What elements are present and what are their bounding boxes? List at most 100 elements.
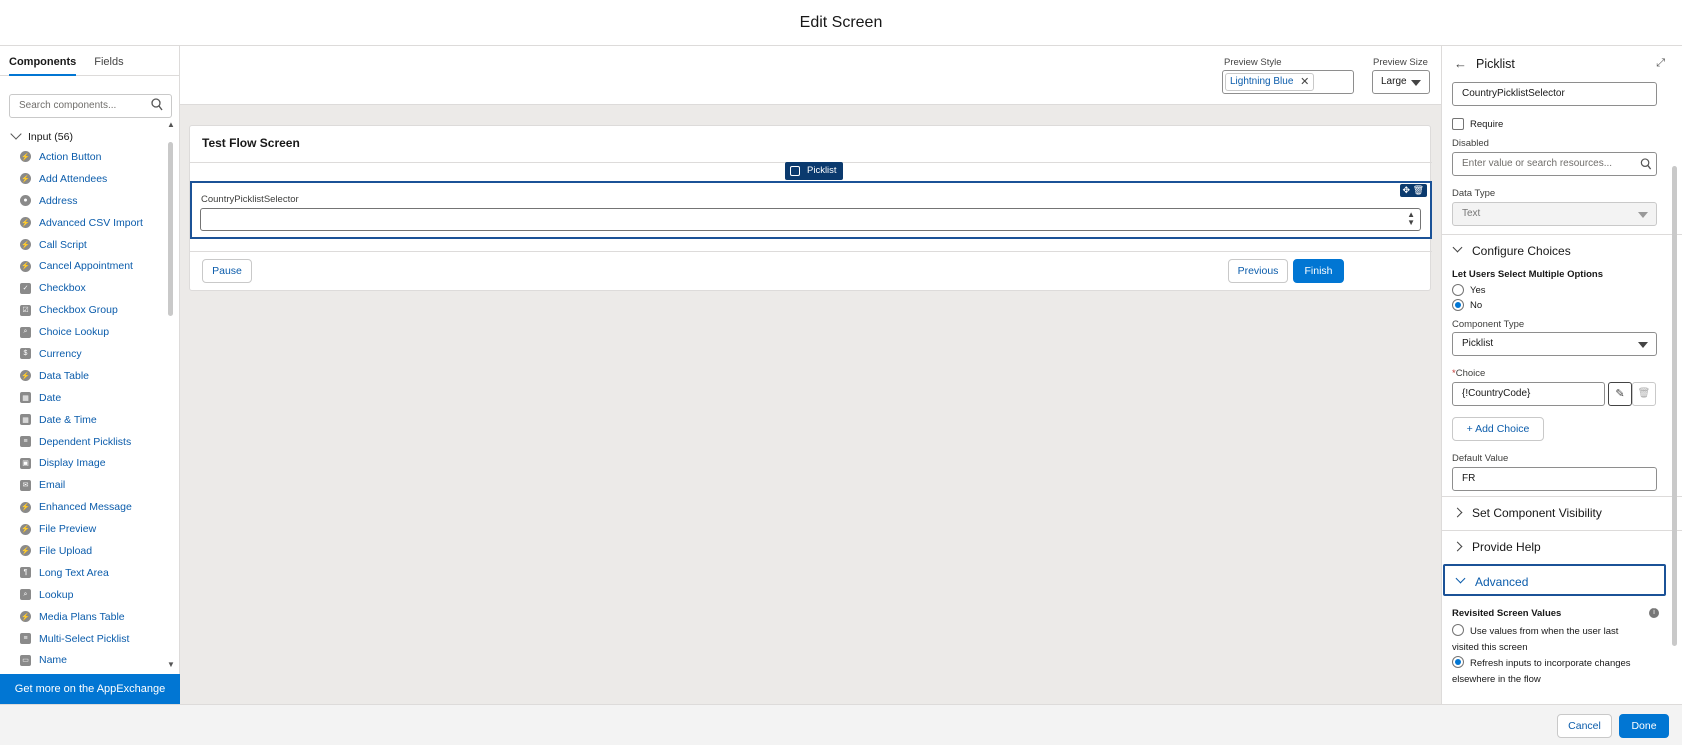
edit-pencil-icon[interactable]: ✎ [1608,382,1632,406]
component-item[interactable]: ¶ Long Text Area [20,562,160,584]
info-icon[interactable]: i [1649,608,1659,618]
pause-button[interactable]: Pause [202,259,252,283]
screen-title: Test Flow Screen [202,136,300,150]
component-item[interactable]: ⚡ Call Script [20,234,160,256]
picklist-preview-field[interactable]: ▲ ▼ [200,208,1421,231]
trash-icon[interactable]: 🗑 [1413,185,1424,195]
advanced-title: Advanced [1475,575,1529,589]
component-item[interactable]: ⚡ File Upload [20,540,160,562]
scroll-up-icon[interactable]: ▲ [167,120,175,129]
chevron-down-icon [1452,242,1463,253]
multi-select-yes-radio[interactable] [1452,284,1464,296]
search-components-input[interactable]: Search components... [9,94,172,118]
bolt-icon: ⚡ [20,545,31,557]
input-group-label: Input (56) [28,131,73,143]
scrollbar-thumb[interactable] [168,142,173,316]
api-name-input[interactable]: CountryPicklistSelector [1452,82,1657,106]
component-item[interactable]: ✉ Email [20,474,160,496]
modal-header: Edit Screen [0,0,1682,46]
badge-label: Picklist [807,165,837,176]
component-item[interactable]: ≡ Dependent Picklists [20,431,160,453]
scrollbar-thumb[interactable] [1672,166,1677,646]
component-item[interactable]: ⌕ Choice Lookup [20,321,160,343]
components-panel: Components Fields Search components... I… [0,46,180,704]
expand-icon[interactable]: ⤢ [1656,57,1665,70]
bolt-icon: ⚡ [20,611,31,623]
component-item[interactable]: ⚡ Enhanced Message [20,496,160,518]
component-item[interactable]: ≡ Multi-Select Picklist [20,628,160,650]
scroll-down-icon[interactable]: ▼ [167,660,175,669]
preview-size-select[interactable]: Large [1372,70,1430,94]
bolt-icon: ⚡ [20,217,31,229]
text-area-icon: ¶ [20,567,31,579]
back-arrow-icon[interactable]: ← [1454,56,1467,71]
add-choice-label: Add Choice [1475,423,1530,435]
move-icon[interactable]: ✥ [1403,185,1411,195]
close-icon[interactable]: ✕ [1300,74,1309,90]
component-item[interactable]: ☑ Checkbox Group [20,299,160,321]
component-item[interactable]: ● Address [20,190,160,212]
add-choice-button[interactable]: + Add Choice [1452,417,1544,441]
done-button[interactable]: Done [1619,714,1669,738]
provide-help-section[interactable]: Provide Help [1442,530,1682,562]
component-item[interactable]: ▦ Date & Time [20,409,160,431]
data-type-select: Text [1452,202,1657,226]
component-item[interactable]: ⚡ Data Table [20,365,160,387]
component-item[interactable]: ⚡ Action Button [20,146,160,168]
search-icon [151,98,163,111]
default-value-input[interactable]: FR [1452,467,1657,491]
configure-choices-section[interactable]: Configure Choices [1442,234,1682,266]
bolt-icon: ⚡ [20,239,31,250]
component-item-label: Lookup [39,588,74,601]
component-item-label: File Upload [39,544,93,557]
preview-style-value: Lightning Blue [1230,76,1294,87]
component-item[interactable]: ⚡ File Preview [20,518,160,540]
bolt-icon: ⚡ [20,370,31,382]
data-type-value: Text [1462,208,1481,219]
preview-style-pill[interactable]: Lightning Blue ✕ [1225,73,1315,91]
component-item[interactable]: ⌕ Lookup [20,584,160,606]
finish-button[interactable]: Finish [1293,259,1344,283]
component-item[interactable]: ⚡ Add Attendees [20,168,160,190]
component-item[interactable]: ▭ Name [20,649,160,671]
choice-input[interactable]: {!CountryCode} [1452,382,1605,406]
bolt-icon: ⚡ [20,173,31,185]
delete-icon[interactable]: 🗑 [1632,382,1656,406]
advanced-section[interactable]: Advanced [1443,564,1666,596]
appexchange-link[interactable]: Get more on the AppExchange [0,674,180,704]
component-item[interactable]: ▦ Date [20,387,160,409]
visibility-section[interactable]: Set Component Visibility [1442,496,1682,528]
component-item[interactable]: ✓ Checkbox [20,277,160,299]
preview-style-combobox[interactable]: Lightning Blue ✕ [1222,70,1354,94]
multi-select-no-radio[interactable] [1452,299,1464,311]
component-item[interactable]: ⚡ Media Plans Table [20,606,160,628]
default-value-label: Default Value [1452,453,1509,464]
disabled-input[interactable]: Enter value or search resources... [1452,152,1657,176]
tab-fields[interactable]: Fields [94,46,123,75]
name-icon: ▭ [20,654,31,666]
input-group-toggle[interactable]: Input (56) [9,128,73,143]
component-item-label: Advanced CSV Import [39,216,143,229]
component-item[interactable]: ⚡ Cancel Appointment [20,255,160,277]
component-item[interactable]: ⚡ Advanced CSV Import [20,212,160,234]
component-item[interactable]: ▣ Display Image [20,452,160,474]
disabled-label: Disabled [1452,138,1489,149]
tab-components[interactable]: Components [9,46,77,76]
component-type-select[interactable]: Picklist [1452,332,1657,356]
chevron-down-icon [1455,573,1466,584]
require-checkbox[interactable] [1452,118,1464,130]
selected-picklist-component[interactable]: CountryPicklistSelector ▲ ▼ ✥ 🗑 [190,181,1432,239]
chevron-right-icon [1452,507,1463,518]
component-item-label: Enhanced Message [39,501,132,514]
component-item[interactable]: $ Currency [20,343,160,365]
modal-footer: Cancel Done [0,704,1682,745]
search-placeholder: Search components... [19,100,117,111]
image-icon: ▣ [20,457,31,469]
visibility-title: Set Component Visibility [1472,506,1602,520]
picklist-icon [790,166,800,176]
chevron-down-icon [1638,212,1648,218]
left-panel-tabs: Components Fields [0,46,179,76]
cancel-button[interactable]: Cancel [1557,714,1612,738]
previous-button[interactable]: Previous [1228,259,1288,283]
spinner-arrows-icon: ▲ ▼ [1407,210,1415,227]
